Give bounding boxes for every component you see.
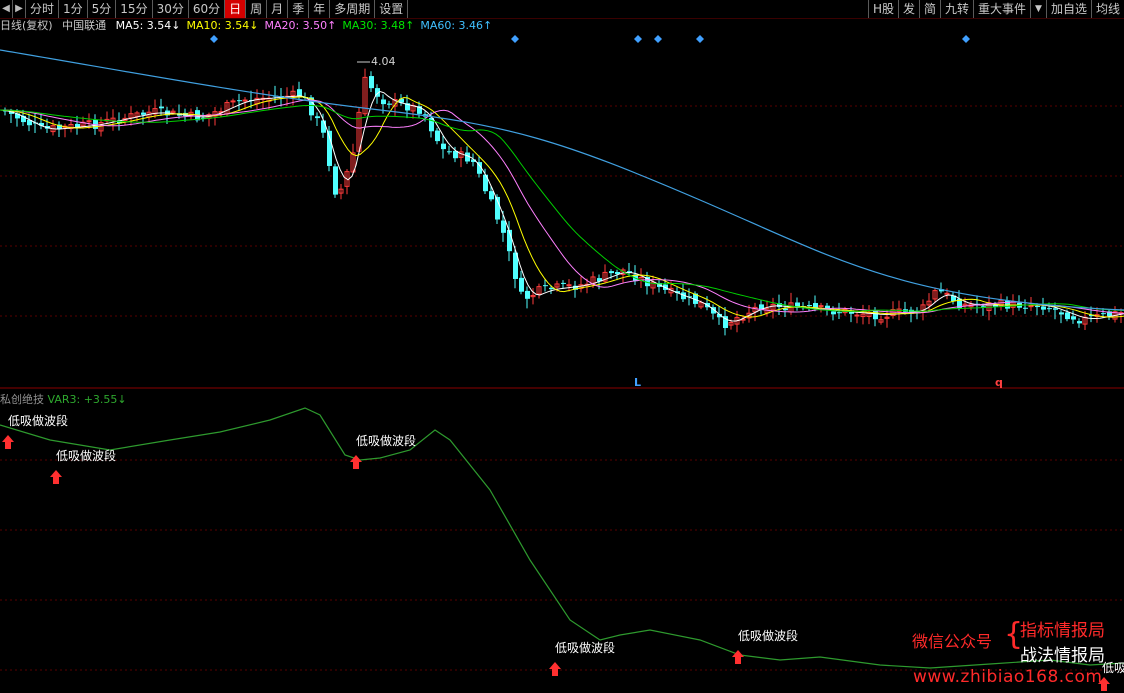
signal-up-arrow — [50, 470, 62, 484]
candle-body — [1041, 306, 1046, 310]
candle-body — [1023, 307, 1028, 309]
candle-body — [447, 151, 452, 153]
candle-body — [441, 143, 446, 150]
event-diamond — [634, 35, 642, 43]
ma60-line — [0, 49, 1124, 311]
event-diamond — [511, 35, 519, 43]
candle-body — [369, 76, 374, 89]
candle-body — [837, 312, 842, 314]
candle-body — [519, 277, 524, 292]
watermark-url: www.zhibiao168.com — [913, 667, 1103, 687]
signal-label-cut: 低吸 — [1102, 661, 1124, 675]
kline-chart[interactable]: 4.04L q低吸做波段低吸做波段低吸做波段低吸做波段低吸做波段低吸 — [0, 0, 1124, 693]
high-marker-label: 4.04 — [371, 55, 396, 68]
candle-body — [807, 305, 812, 307]
candle-body — [489, 191, 494, 200]
signal-label: 低吸做波段 — [8, 413, 68, 428]
signal-label: 低吸做波段 — [555, 640, 615, 655]
candle-body — [501, 220, 506, 233]
signal-up-arrow — [2, 435, 14, 449]
brand-line-1: 指标情报局 — [1020, 621, 1105, 641]
candle-body — [159, 106, 164, 109]
candle-body — [86, 120, 92, 123]
signal-label: 低吸做波段 — [738, 628, 798, 643]
candle-body — [230, 100, 236, 103]
candle-body — [141, 112, 146, 115]
brand-line-2: 战法情报局 — [1020, 646, 1105, 666]
candle-body — [1028, 305, 1034, 308]
ma30-line — [0, 105, 1124, 312]
candle-body — [561, 282, 566, 284]
candle-body — [543, 285, 548, 287]
candle-body — [944, 292, 950, 295]
candle-body — [237, 100, 242, 102]
candle-body — [1059, 312, 1064, 315]
candle-body — [435, 130, 440, 142]
ma10-line — [0, 96, 1124, 318]
ma5-line — [0, 90, 1124, 322]
candle-body — [831, 311, 836, 315]
event-diamond — [962, 35, 970, 43]
candle-body — [1101, 313, 1106, 315]
wechat-label: 微信公众号 — [912, 632, 993, 651]
event-diamond — [654, 35, 662, 43]
candle-body — [525, 290, 530, 299]
candle-body — [315, 116, 320, 119]
candle-body — [566, 284, 572, 287]
candle-body — [1071, 316, 1076, 320]
ma20-line — [0, 99, 1124, 314]
event-letter: L — [634, 376, 641, 389]
event-diamond — [210, 35, 218, 43]
candle-body — [1053, 308, 1058, 310]
candle-body — [1065, 312, 1070, 320]
candle-body — [333, 166, 338, 195]
candle-body — [818, 305, 824, 308]
candle-body — [1047, 308, 1052, 310]
signal-label: 低吸做波段 — [356, 433, 416, 448]
signal-up-arrow — [549, 662, 561, 676]
candle-body — [609, 271, 614, 274]
signal-label: 低吸做波段 — [56, 448, 116, 463]
event-letter: q — [995, 376, 1003, 389]
candle-body — [381, 99, 386, 105]
event-diamond — [696, 35, 704, 43]
candle-body — [1035, 305, 1040, 308]
candle-body — [242, 99, 248, 102]
candle-body — [1077, 321, 1082, 324]
candle-body — [854, 314, 860, 317]
candle-body — [321, 120, 326, 133]
candle-body — [387, 103, 392, 105]
